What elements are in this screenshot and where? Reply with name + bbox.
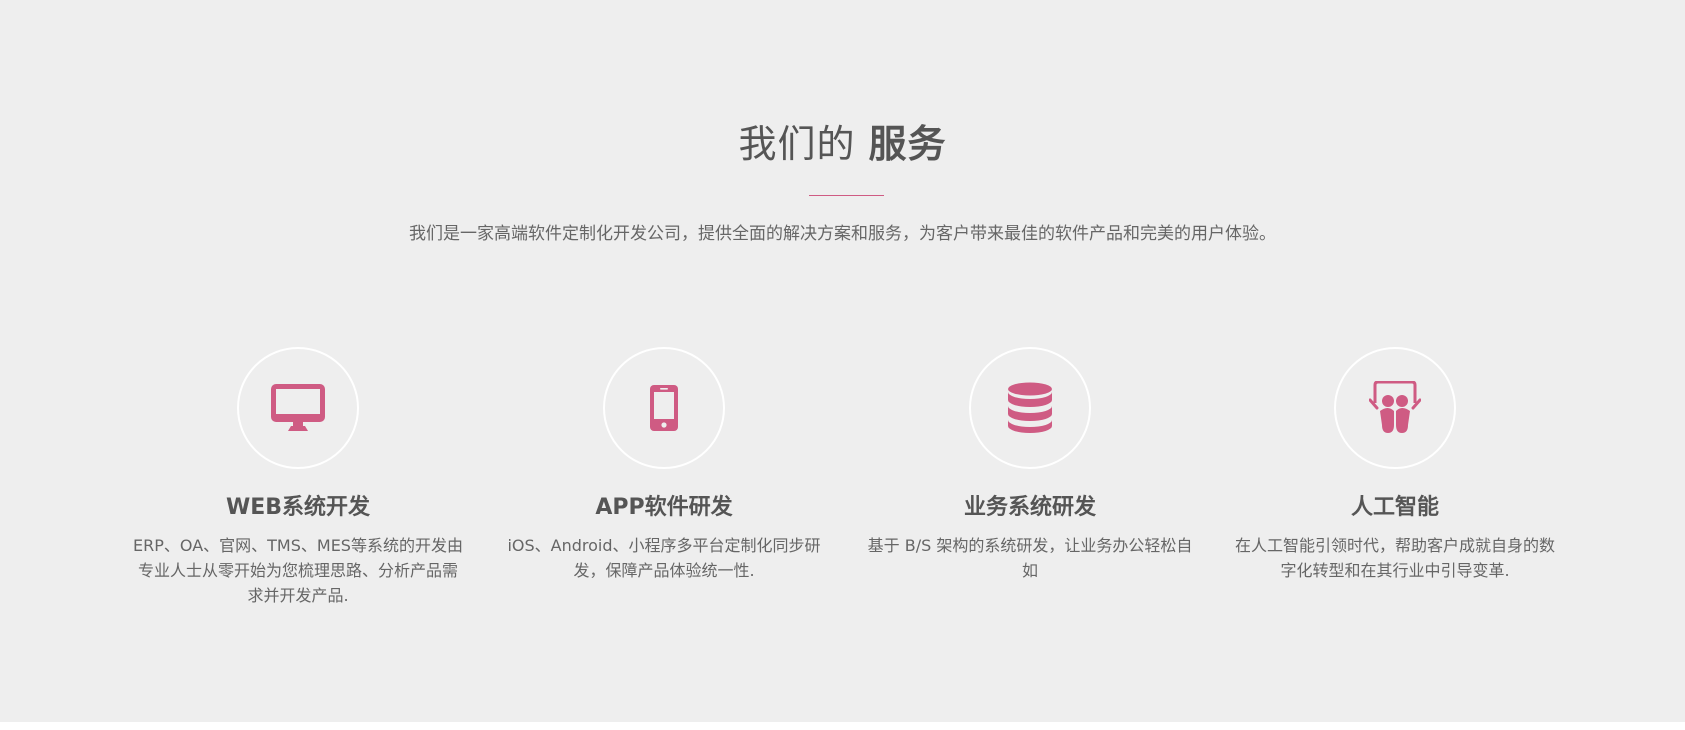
section-title-regular: 我们的 bbox=[738, 122, 856, 166]
service-card-ai: 人工智能 在人工智能引领时代，帮助客户成就自身的数字化转型和在其行业中引导变革. bbox=[1230, 347, 1560, 583]
section-title-bold: 服务 bbox=[868, 122, 947, 166]
database-icon bbox=[1008, 382, 1052, 433]
service-description: 基于 B/S 架构的系统研发，让业务办公轻松自如 bbox=[867, 536, 1193, 580]
service-description: ERP、OA、官网、TMS、MES等系统的开发由专业人士从零开始为您梳理思路、分… bbox=[133, 536, 463, 605]
service-icon-circle bbox=[1334, 347, 1456, 469]
service-description: 在人工智能引领时代，帮助客户成就自身的数字化转型和在其行业中引导变革. bbox=[1234, 536, 1555, 580]
mobile-phone-icon bbox=[650, 385, 678, 431]
section-intro: 我们是一家高端软件定制化开发公司，提供全面的解决方案和服务，为客户带来最佳的软件… bbox=[409, 224, 1276, 244]
monitor-icon bbox=[271, 384, 325, 431]
service-title: WEB系统开发 bbox=[225, 495, 371, 520]
presentation-board-icon bbox=[1369, 381, 1421, 433]
section-title: 我们的 服务 bbox=[0, 118, 1685, 170]
service-card-business: 业务系统研发 基于 B/S 架构的系统研发，让业务办公轻松自如 bbox=[865, 347, 1195, 583]
service-description: iOS、Android、小程序多平台定制化同步研发，保障产品体验统一性. bbox=[507, 536, 821, 580]
service-card-web: WEB系统开发 ERP、OA、官网、TMS、MES等系统的开发由专业人士从零开始… bbox=[133, 347, 463, 608]
services-section: 我们的 服务 我们是一家高端软件定制化开发公司，提供全面的解决方案和服务，为客户… bbox=[0, 0, 1685, 722]
service-card-app: APP软件研发 iOS、Android、小程序多平台定制化同步研发，保障产品体验… bbox=[499, 347, 829, 583]
title-divider bbox=[809, 195, 884, 196]
service-icon-circle bbox=[603, 347, 725, 469]
service-title: APP软件研发 bbox=[595, 495, 733, 520]
service-title: 人工智能 bbox=[1350, 495, 1439, 520]
service-title: 业务系统研发 bbox=[963, 495, 1096, 520]
service-icon-circle bbox=[969, 347, 1091, 469]
service-icon-circle bbox=[237, 347, 359, 469]
